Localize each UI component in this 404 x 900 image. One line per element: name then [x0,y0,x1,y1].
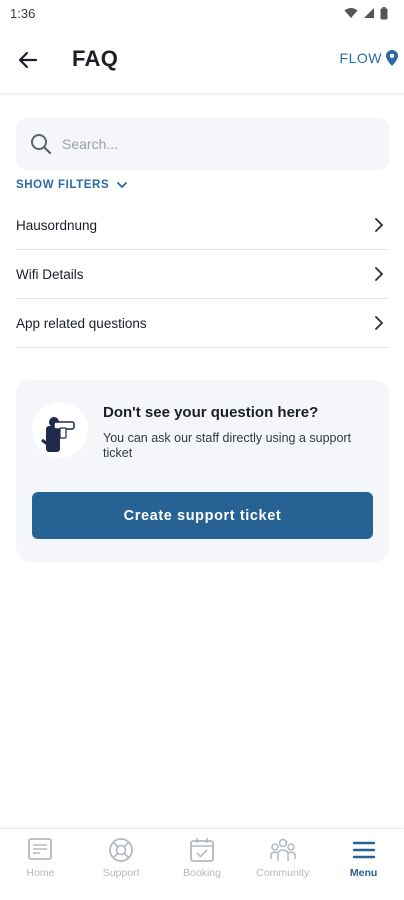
menu-icon [352,841,375,859]
faq-item-label: Hausordnung [16,217,98,233]
bottom-nav: Home Support Booking Community Menu [0,828,404,888]
search-icon [31,134,52,155]
nav-item-booking[interactable]: Booking [162,829,243,888]
cell-signal-icon [364,8,374,18]
search-input[interactable] [62,136,362,152]
show-filters-toggle[interactable]: SHOW FILTERS [16,179,128,191]
status-time: 1:36 [10,5,36,21]
support-ticket-card: Don't see your question here? You can as… [16,380,389,562]
chevron-down-icon [117,182,128,189]
faq-item-label: Wifi Details [16,266,84,282]
page-title: FAQ [72,46,119,71]
battery-icon [380,6,388,19]
search-box[interactable] [16,118,389,170]
support-illustration [32,402,88,458]
status-bar: 1:36 [0,0,404,26]
show-filters-label: SHOW FILTERS [16,179,110,191]
card-description: You can ask our staff directly using a s… [103,431,352,460]
nav-label: Support [102,867,140,879]
support-icon [109,838,134,862]
location-label: FLOW [339,50,382,66]
community-icon [270,838,296,861]
chevron-right-icon [375,267,384,281]
create-support-ticket-button[interactable]: Create support ticket [32,492,373,539]
location-button[interactable]: FLOW [340,50,398,66]
booking-icon [190,838,214,862]
chevron-right-icon [375,316,384,330]
faq-item-app-related-questions[interactable]: App related questions [16,299,389,348]
person-with-binoculars-icon [41,417,75,452]
gesture-bar [0,888,404,900]
nav-item-home[interactable]: Home [0,829,81,888]
nav-item-menu[interactable]: Menu [323,829,404,888]
app-bar: FAQ FLOW [0,26,404,94]
wifi-icon [344,8,358,18]
nav-label: Menu [349,867,378,879]
faq-list: Hausordnung Wifi Details App related que… [16,201,389,348]
card-title: Don't see your question here? [103,404,319,421]
nav-item-community[interactable]: Community [242,829,323,888]
faq-item-hausordnung[interactable]: Hausordnung [16,201,389,250]
status-icons [344,6,388,20]
back-arrow-icon[interactable] [16,48,40,72]
location-pin-icon [386,50,398,66]
faq-item-wifi-details[interactable]: Wifi Details [16,250,389,299]
chevron-right-icon [375,218,384,232]
nav-item-support[interactable]: Support [81,829,162,888]
nav-label: Home [26,867,55,879]
home-icon [28,838,53,860]
faq-item-label: App related questions [16,315,147,331]
nav-label: Community [256,867,310,879]
nav-label: Booking [183,867,221,879]
